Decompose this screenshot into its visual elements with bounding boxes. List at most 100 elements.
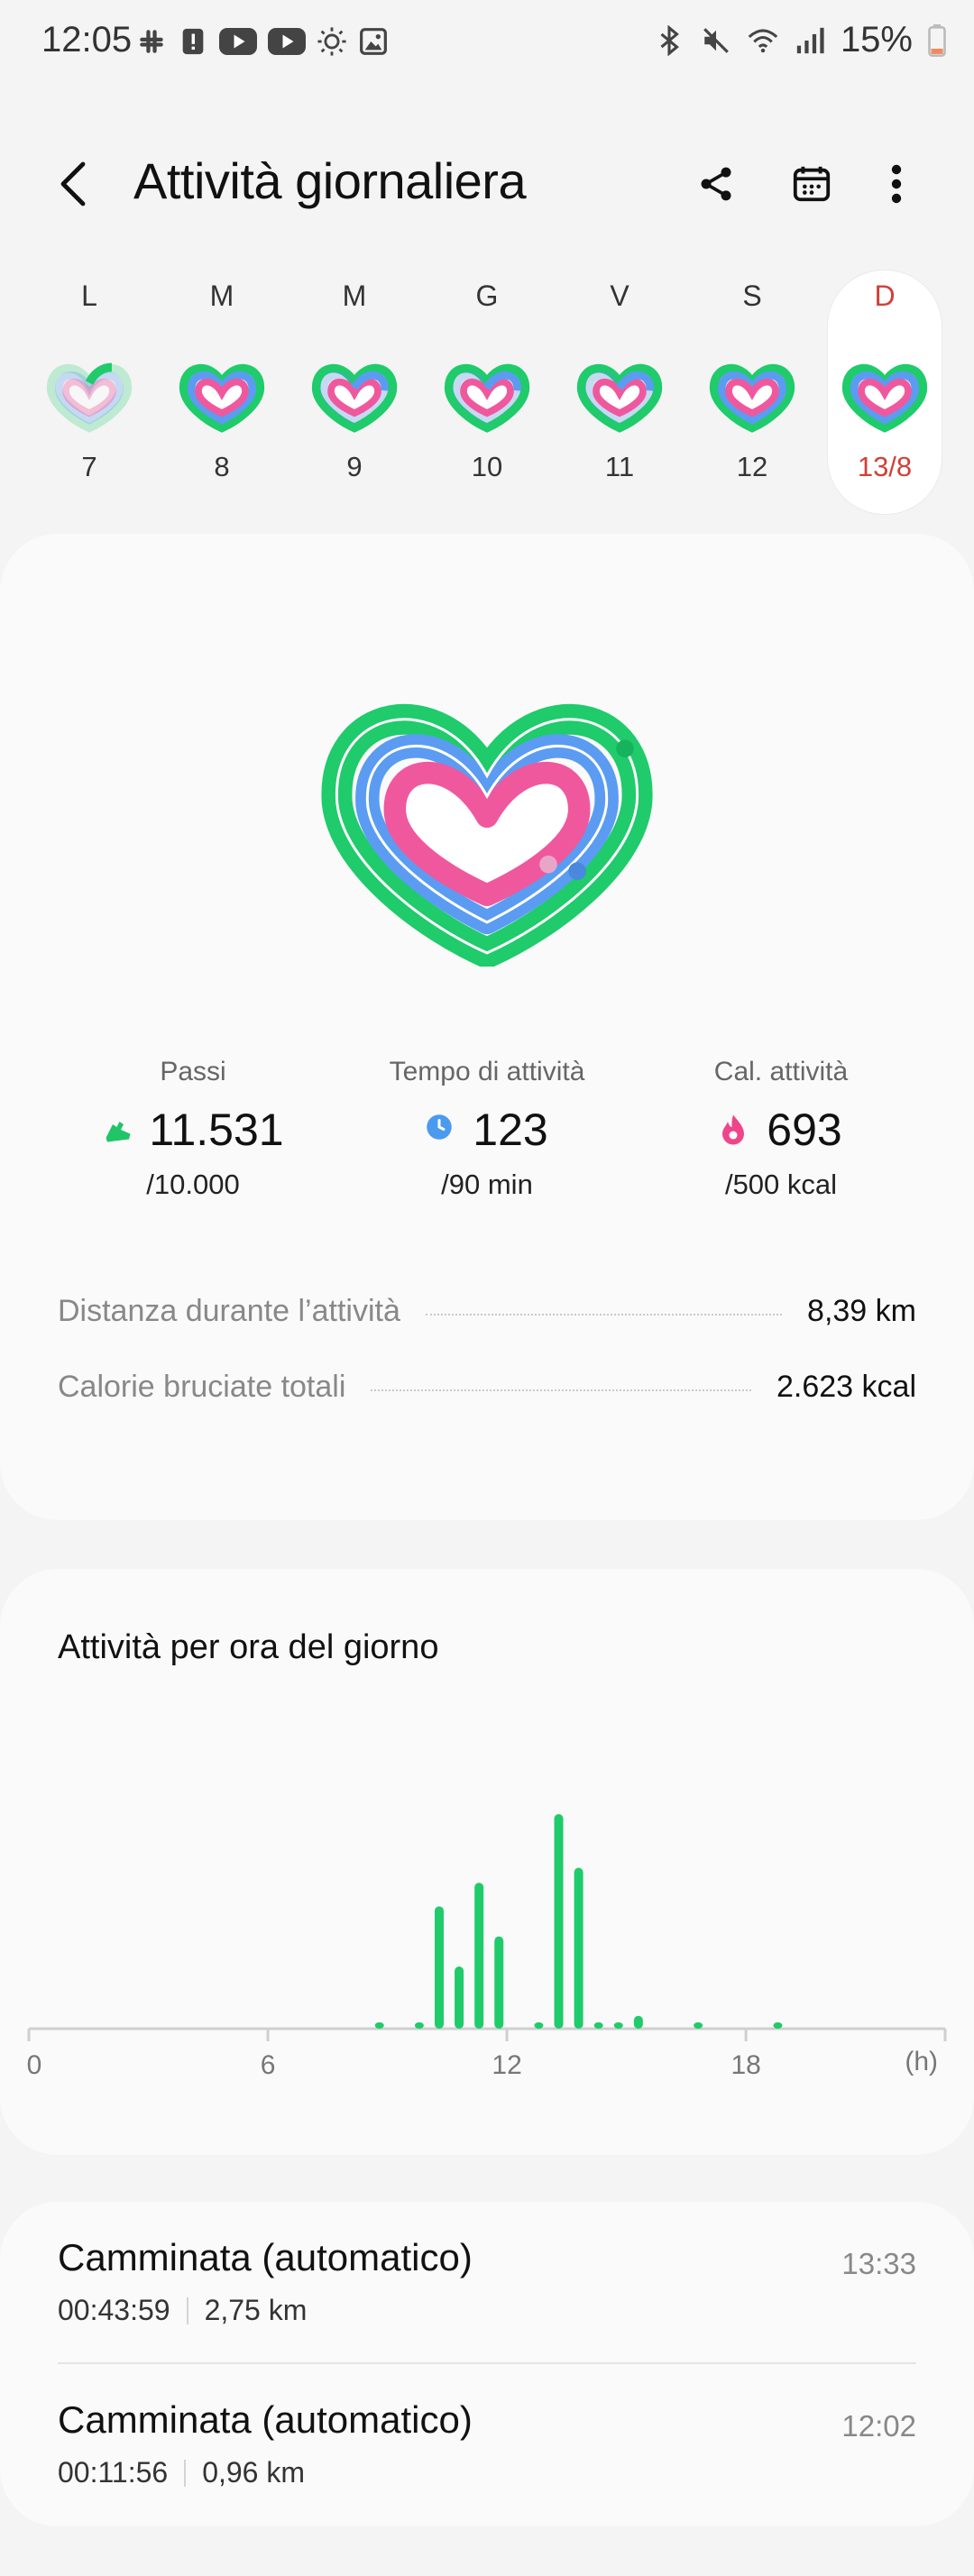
day-wednesday[interactable]: M 9 xyxy=(298,270,411,514)
page-title: Attività giornaliera xyxy=(133,152,527,209)
total-calories-row: Calorie bruciate totali 2.623 kcal xyxy=(58,1360,916,1414)
system-icons: 15% xyxy=(653,20,947,60)
x-tick-label: 0 xyxy=(27,2050,42,2080)
hourly-activity-card[interactable]: 0 6 12 18 (h) Attività per ora del giorno xyxy=(0,1569,974,2155)
slack-icon xyxy=(135,25,168,58)
steps-metric[interactable]: Passi 11.531 /10.000 xyxy=(58,1057,328,1201)
share-button[interactable] xyxy=(687,155,745,213)
activity-heart-icon xyxy=(709,363,795,433)
x-tick-label: 12 xyxy=(492,2050,521,2080)
steps-value: 11.531 xyxy=(149,1105,284,1155)
session-distance: 0,96 km xyxy=(202,2456,306,2489)
activity-heart-icon xyxy=(46,362,133,433)
day-number: 10 xyxy=(471,451,503,482)
active-calories-goal: /500 kcal xyxy=(724,1169,838,1200)
youtube-icon xyxy=(218,25,258,58)
session-duration: 00:11:56 xyxy=(58,2456,169,2489)
day-label: G xyxy=(475,280,499,312)
hour-bar xyxy=(434,1906,444,2029)
active-time-goal: /90 min xyxy=(441,1169,533,1200)
day-number: 11 xyxy=(604,451,635,482)
hour-bar xyxy=(574,1867,583,2029)
brightness-icon xyxy=(316,25,348,58)
hour-bar xyxy=(773,2021,783,2029)
day-label: D xyxy=(874,280,896,312)
mute-icon xyxy=(700,24,732,57)
separator xyxy=(184,2459,187,2487)
day-thursday[interactable]: G 10 xyxy=(430,270,544,514)
share-icon xyxy=(701,167,731,201)
steps-label: Passi xyxy=(160,1057,226,1086)
gallery-icon xyxy=(357,25,390,58)
battery-percent: 15% xyxy=(840,20,913,60)
more-options-button[interactable] xyxy=(868,155,925,213)
week-selector: L 7 M 8 M 9 G 10 V 11 S 12 D 13/8 xyxy=(0,270,974,523)
session-time: 13:33 xyxy=(841,2247,916,2280)
flame-icon xyxy=(720,1114,752,1146)
bluetooth-icon xyxy=(653,24,685,57)
day-number: 8 xyxy=(214,451,230,482)
day-label: M xyxy=(209,280,234,312)
day-sunday-selected[interactable]: D 13/8 xyxy=(828,270,942,514)
distance-row: Distanza durante l’attività 8,39 km xyxy=(58,1284,916,1338)
day-number: 13/8 xyxy=(857,451,913,482)
day-monday[interactable]: L 7 xyxy=(32,270,146,514)
hourly-activity-title: Attività per ora del giorno xyxy=(58,1628,439,1666)
wifi-icon xyxy=(747,24,779,57)
signal-icon xyxy=(794,24,826,57)
hour-bar xyxy=(633,2015,643,2029)
active-calories-value: 693 xyxy=(767,1105,842,1155)
x-axis-unit: (h) xyxy=(905,2047,938,2076)
alert-icon xyxy=(177,25,209,58)
back-button[interactable] xyxy=(45,155,103,213)
status-time: 12:05 xyxy=(41,20,133,60)
workout-sessions-card: Camminata (automatico) 00:43:59 2,75 km … xyxy=(0,2202,974,2526)
distance-value: 8,39 km xyxy=(807,1293,916,1328)
session-time: 12:02 xyxy=(841,2409,916,2443)
activity-heart-chart xyxy=(321,703,653,967)
separator xyxy=(186,2296,188,2324)
x-tick-label: 6 xyxy=(261,2050,276,2080)
session-item[interactable]: Camminata (automatico) 00:43:59 2,75 km … xyxy=(58,2202,916,2355)
daily-summary-card: Passi 11.531 /10.000 Tempo di attività 1… xyxy=(0,534,974,1520)
active-calories-label: Cal. attività xyxy=(713,1057,849,1086)
clock-icon xyxy=(426,1114,458,1146)
hour-bar xyxy=(694,2021,703,2029)
session-distance: 2,75 km xyxy=(204,2294,308,2326)
calendar-icon xyxy=(793,166,831,202)
distance-label: Distanza durante l’attività xyxy=(58,1293,400,1328)
hour-bar xyxy=(374,2021,384,2029)
hour-bar xyxy=(414,2021,424,2029)
day-label: L xyxy=(81,280,97,312)
hour-bar xyxy=(534,2021,544,2029)
active-time-label: Tempo di attività xyxy=(389,1057,585,1086)
hour-bar xyxy=(613,2021,623,2029)
active-time-value: 123 xyxy=(473,1105,548,1155)
youtube-icon xyxy=(267,25,307,58)
calendar-button[interactable] xyxy=(783,155,841,213)
day-number: 12 xyxy=(736,451,768,482)
activity-heart-icon xyxy=(311,363,398,433)
activity-heart-icon xyxy=(576,363,663,433)
activity-heart-icon xyxy=(179,363,265,433)
day-friday[interactable]: V 11 xyxy=(563,270,676,514)
session-name: Camminata (automatico) xyxy=(58,2398,473,2441)
shoe-icon xyxy=(102,1114,134,1146)
hour-bar xyxy=(554,1814,564,2029)
steps-goal: /10.000 xyxy=(146,1169,240,1200)
hour-bar xyxy=(494,1936,504,2029)
day-label: V xyxy=(610,280,629,312)
day-label: M xyxy=(342,280,367,312)
day-saturday[interactable]: S 12 xyxy=(695,270,809,514)
day-tuesday[interactable]: M 8 xyxy=(165,270,279,514)
active-time-metric[interactable]: Tempo di attività 123 /90 min xyxy=(352,1057,622,1201)
session-duration: 00:43:59 xyxy=(58,2294,170,2326)
session-item[interactable]: Camminata (automatico) 00:11:56 0,96 km … xyxy=(58,2364,916,2517)
day-number: 9 xyxy=(346,451,363,482)
total-calories-value: 2.623 kcal xyxy=(776,1369,916,1404)
session-name: Camminata (automatico) xyxy=(58,2236,473,2278)
status-bar: 12:05 15% xyxy=(0,0,974,90)
active-calories-metric[interactable]: Cal. attività 693 /500 kcal xyxy=(646,1057,916,1201)
app-header: Attività giornaliera xyxy=(0,135,974,234)
back-icon xyxy=(60,161,86,206)
